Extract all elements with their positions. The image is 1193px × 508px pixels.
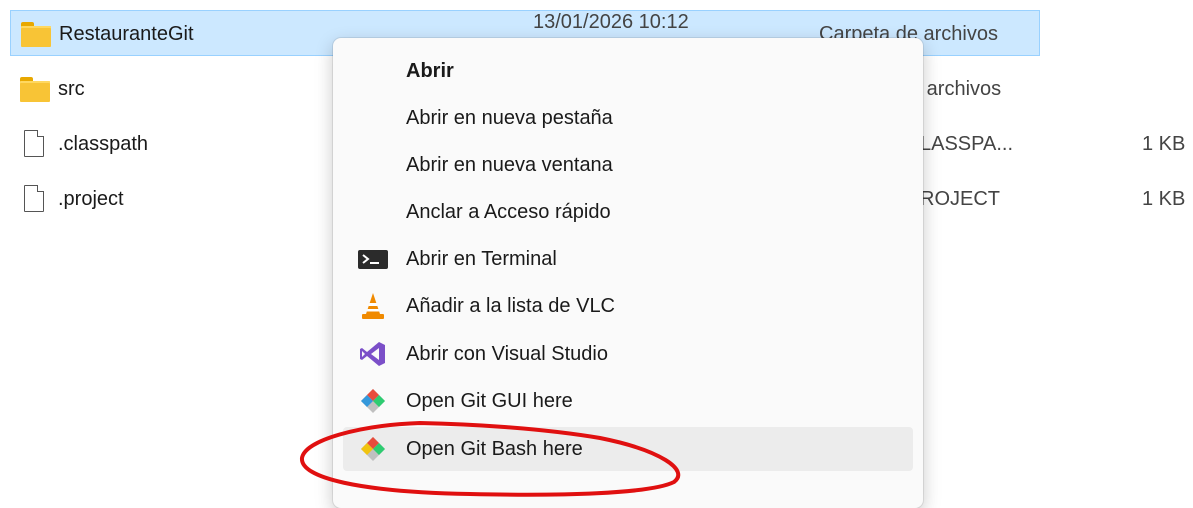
- document-icon: [20, 185, 50, 213]
- document-icon: [20, 130, 50, 158]
- menu-item-open-terminal[interactable]: Abrir en Terminal: [343, 237, 913, 281]
- file-size: 1 KB: [1142, 133, 1186, 155]
- menu-item-open-git-bash[interactable]: Open Git Bash here: [343, 427, 913, 471]
- file-size: 1 KB: [1142, 188, 1186, 210]
- menu-item-label: Open Git Bash here: [406, 438, 583, 460]
- menu-item-label: Abrir en nueva ventana: [406, 154, 613, 176]
- git-icon: [357, 435, 389, 463]
- file-name: .project: [58, 188, 124, 210]
- menu-item-pin-quick-access[interactable]: Anclar a Acceso rápido: [343, 190, 913, 234]
- menu-item-label: Abrir en Terminal: [406, 248, 557, 270]
- menu-item-open-new-window[interactable]: Abrir en nueva ventana: [343, 143, 913, 187]
- folder-icon: [21, 20, 51, 48]
- menu-item-label: Abrir con Visual Studio: [406, 343, 608, 365]
- menu-item-label: Abrir en nueva pestaña: [406, 107, 613, 129]
- visual-studio-icon: [357, 340, 389, 368]
- context-menu: Abrir Abrir en nueva pestaña Abrir en nu…: [333, 38, 923, 508]
- menu-item-label: Open Git GUI here: [406, 390, 573, 412]
- menu-item-label: Anclar a Acceso rápido: [406, 201, 611, 223]
- menu-item-open-visual-studio[interactable]: Abrir con Visual Studio: [343, 332, 913, 376]
- folder-icon: [20, 75, 50, 103]
- file-type: ROJECT: [920, 188, 1000, 210]
- vlc-cone-icon: [357, 292, 389, 320]
- git-icon: [357, 387, 389, 415]
- file-type: e archivos: [910, 78, 1002, 100]
- menu-item-add-vlc[interactable]: Añadir a la lista de VLC: [343, 284, 913, 328]
- terminal-icon: [357, 245, 389, 273]
- menu-item-open-git-gui[interactable]: Open Git GUI here: [343, 379, 913, 423]
- menu-item-open-new-tab[interactable]: Abrir en nueva pestaña: [343, 96, 913, 140]
- menu-item-label: Añadir a la lista de VLC: [406, 295, 616, 317]
- menu-item-open[interactable]: Abrir: [343, 49, 913, 93]
- file-type: LASSPA...: [920, 133, 1014, 155]
- file-name: RestauranteGit: [59, 23, 194, 45]
- menu-item-label: Abrir: [406, 60, 454, 82]
- file-name: src: [58, 78, 85, 100]
- file-name: .classpath: [58, 133, 149, 155]
